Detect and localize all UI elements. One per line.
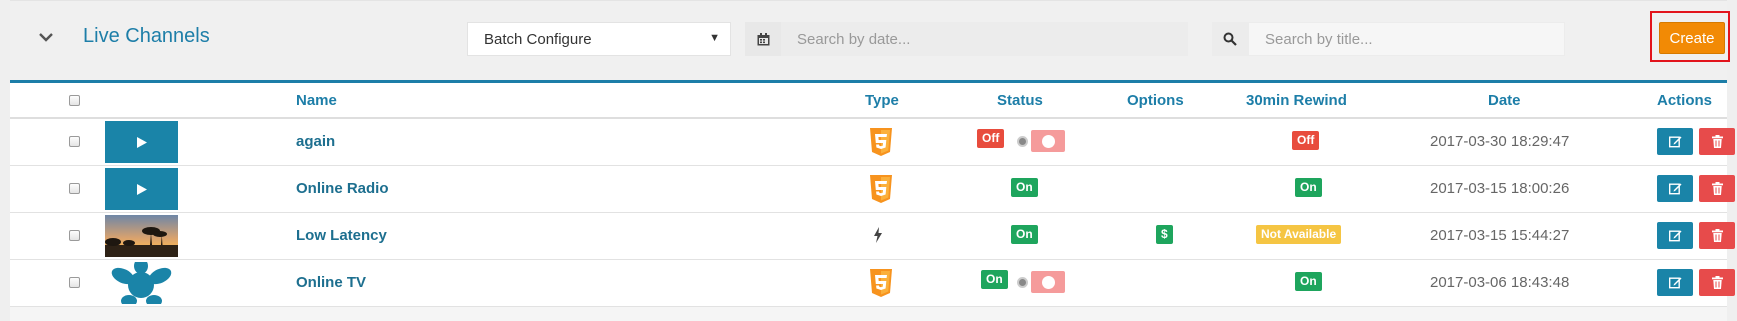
panel-header: Live Channels Batch Configure ▼ Search b…: [10, 0, 1730, 81]
search-addon: [1212, 22, 1248, 56]
status-toggle[interactable]: [1014, 130, 1065, 152]
table-row: again Off Off 2017-03-30 18:29:47: [10, 119, 1735, 166]
play-icon: [136, 136, 147, 148]
channel-date: 2017-03-15 15:44:27: [1430, 227, 1570, 244]
status-badge: On: [981, 270, 1008, 289]
channel-date: 2017-03-15 18:00:26: [1430, 180, 1570, 197]
select-all-checkbox[interactable]: [69, 95, 80, 106]
edit-button[interactable]: [1657, 175, 1693, 202]
toggle-switch[interactable]: [1031, 271, 1065, 293]
column-date[interactable]: Date: [1488, 92, 1521, 109]
channel-name[interactable]: Low Latency: [296, 227, 387, 244]
title-search-group: [1212, 22, 1565, 56]
toggle-switch[interactable]: [1031, 130, 1065, 152]
status-badge: On: [1011, 178, 1038, 197]
trash-icon: [1711, 276, 1723, 289]
delete-button[interactable]: [1699, 222, 1735, 249]
search-icon: [1223, 32, 1237, 46]
edit-button[interactable]: [1657, 128, 1693, 155]
html5-icon: [870, 128, 892, 156]
rewind-badge: Off: [1292, 131, 1320, 150]
panel-title: Live Channels: [83, 25, 210, 47]
calendar-icon: [757, 32, 769, 45]
toggle-indicator: [1017, 135, 1028, 147]
status-badge: On: [1011, 225, 1038, 244]
column-options: Options: [1127, 92, 1184, 109]
table-row: Online TV On On 2017-03-06 18:43:48: [10, 260, 1735, 307]
trash-icon: [1711, 182, 1723, 195]
column-type[interactable]: Type: [865, 92, 899, 109]
date-search-input[interactable]: [781, 22, 1188, 56]
column-actions: Actions: [1657, 92, 1713, 109]
star-logo-thumbnail-image: [111, 262, 172, 304]
toggle-indicator: [1017, 276, 1028, 288]
rewind-badge: On: [1295, 272, 1322, 291]
table-header: Name Type Status Options 30min Rewind Da…: [10, 83, 1727, 119]
edit-button[interactable]: [1657, 222, 1693, 249]
date-search-group: [745, 22, 1188, 56]
row-checkbox[interactable]: [69, 230, 80, 241]
calendar-addon: [745, 22, 781, 56]
title-search-input[interactable]: [1248, 22, 1565, 56]
row-checkbox[interactable]: [69, 183, 80, 194]
channel-date: 2017-03-30 18:29:47: [1430, 133, 1570, 150]
play-icon: [136, 183, 147, 195]
html5-icon: [870, 269, 892, 297]
trash-icon: [1711, 229, 1723, 242]
channel-name[interactable]: Online TV: [296, 274, 366, 291]
column-rewind: 30min Rewind: [1246, 92, 1347, 109]
rewind-badge: On: [1295, 178, 1322, 197]
chevron-down-icon: [39, 33, 53, 42]
edit-icon: [1668, 277, 1681, 289]
channel-date: 2017-03-06 18:43:48: [1430, 274, 1570, 291]
landscape-thumbnail-image: [105, 215, 178, 257]
row-checkbox[interactable]: [69, 277, 80, 288]
html5-icon: [870, 175, 892, 203]
status-badge: Off: [977, 129, 1005, 148]
channel-thumbnail[interactable]: [105, 262, 178, 304]
delete-button[interactable]: [1699, 128, 1735, 155]
channel-name[interactable]: again: [296, 133, 335, 150]
channel-thumbnail[interactable]: [105, 121, 178, 163]
channel-thumbnail[interactable]: [105, 215, 178, 257]
trash-icon: [1711, 135, 1723, 148]
table-row: Low Latency On $ Not Available 2017-03-1…: [10, 213, 1735, 260]
batch-configure-select[interactable]: Batch Configure ▼: [467, 22, 731, 56]
delete-button[interactable]: [1699, 175, 1735, 202]
edit-button[interactable]: [1657, 269, 1693, 296]
channel-name[interactable]: Online Radio: [296, 180, 389, 197]
delete-button[interactable]: [1699, 269, 1735, 296]
edit-icon: [1668, 136, 1681, 148]
column-status[interactable]: Status: [997, 92, 1043, 109]
caret-down-icon: ▼: [709, 32, 720, 44]
edit-icon: [1668, 183, 1681, 195]
create-button[interactable]: Create: [1659, 22, 1725, 54]
live-channels-panel: Live Channels Batch Configure ▼ Search b…: [10, 0, 1735, 321]
channel-thumbnail[interactable]: [105, 168, 178, 210]
bolt-icon: [874, 227, 882, 243]
rewind-badge: Not Available: [1256, 225, 1342, 244]
channels-table: Name Type Status Options 30min Rewind Da…: [10, 80, 1735, 307]
edit-icon: [1668, 230, 1681, 242]
batch-select-value: Batch Configure: [484, 30, 592, 48]
column-name[interactable]: Name: [296, 92, 337, 109]
collapse-toggle[interactable]: [34, 25, 58, 49]
option-badge: $: [1156, 225, 1173, 244]
table-row: Online Radio On On 2017-03-15 18:00:26: [10, 166, 1735, 213]
row-checkbox[interactable]: [69, 136, 80, 147]
status-toggle[interactable]: [1014, 271, 1065, 293]
